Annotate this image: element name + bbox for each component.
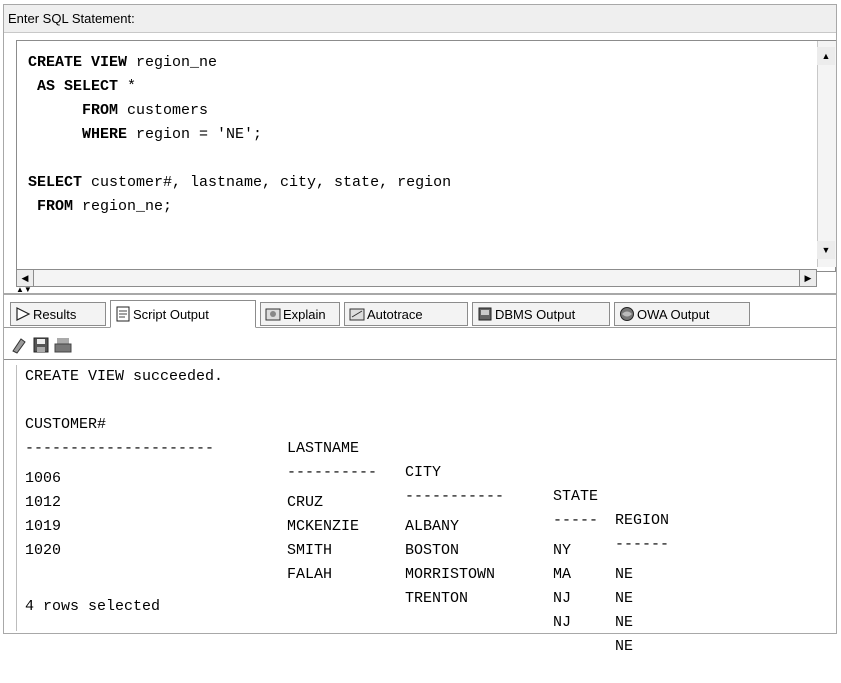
code-line: FROM region_ne; bbox=[28, 195, 808, 219]
tab-label: Script Output bbox=[133, 306, 209, 322]
cell-customer: 1020 bbox=[25, 542, 62, 559]
sql-text: region = 'NE'; bbox=[127, 126, 263, 143]
sql-text: customer#, lastname, city, state, region bbox=[82, 174, 452, 191]
autotrace-icon bbox=[349, 308, 365, 321]
cell-city: TRENTON bbox=[405, 590, 469, 607]
output-toolbar bbox=[4, 328, 836, 360]
code-line: FROM customers bbox=[28, 99, 808, 123]
sql-keyword: CREATE VIEW bbox=[28, 54, 128, 71]
output-tabbar: Results Script Output Explain Autotrace … bbox=[4, 298, 836, 328]
cell-state: NJ bbox=[553, 590, 572, 607]
eraser-icon[interactable] bbox=[10, 336, 28, 354]
tab-autotrace[interactable]: Autotrace bbox=[344, 302, 468, 326]
table-row: 1006 CRUZ ALBANY NY NE bbox=[25, 443, 825, 583]
tab-label: Explain bbox=[283, 306, 326, 322]
tab-label: DBMS Output bbox=[495, 306, 576, 322]
cell-state: NY bbox=[553, 542, 572, 559]
owa-icon bbox=[620, 307, 634, 321]
tab-dbms-output[interactable]: DBMS Output bbox=[472, 302, 610, 326]
scroll-down-icon[interactable]: ▼ bbox=[817, 241, 835, 259]
cell-region: NE bbox=[615, 614, 634, 631]
cell-city: BOSTON bbox=[405, 542, 460, 559]
tab-script-output[interactable]: Script Output bbox=[110, 300, 256, 328]
sql-text: region_ne bbox=[127, 54, 218, 71]
code-line: WHERE region = 'NE'; bbox=[28, 123, 808, 147]
rows-selected-footer: 4 rows selected bbox=[25, 598, 161, 615]
sql-prompt-label: Enter SQL Statement: bbox=[4, 5, 836, 33]
sql-text: region_ne; bbox=[73, 198, 173, 215]
tab-owa-output[interactable]: OWA Output bbox=[614, 302, 750, 326]
tab-label: OWA Output bbox=[637, 306, 710, 322]
code-line: SELECT customer#, lastname, city, state,… bbox=[28, 171, 808, 195]
cell-state: NJ bbox=[553, 614, 572, 631]
save-icon[interactable] bbox=[32, 336, 50, 354]
cell-lastname: SMITH bbox=[287, 542, 333, 559]
explain-icon bbox=[265, 308, 281, 321]
tab-label: Results bbox=[33, 306, 77, 322]
sql-code-area[interactable]: CREATE VIEW region_ne AS SELECT * FROM c… bbox=[28, 51, 808, 251]
sql-keyword: FROM bbox=[82, 102, 119, 119]
dbms-icon bbox=[478, 307, 492, 321]
sql-text: customers bbox=[118, 102, 209, 119]
sql-text: * bbox=[118, 78, 137, 95]
scroll-right-icon[interactable]: ▶ bbox=[799, 269, 817, 287]
tab-results[interactable]: Results bbox=[10, 302, 106, 326]
column-header-row: CUSTOMER# LASTNAME CITY STATE REGION bbox=[25, 389, 825, 529]
sql-keyword: FROM bbox=[37, 198, 74, 215]
print-icon[interactable] bbox=[54, 336, 72, 354]
scroll-up-icon[interactable]: ▲ bbox=[817, 47, 835, 65]
cell-region: NE bbox=[615, 590, 634, 607]
cell-region: NE bbox=[615, 638, 634, 655]
tab-explain[interactable]: Explain bbox=[260, 302, 340, 326]
sql-keyword: AS SELECT bbox=[37, 78, 119, 95]
sql-keyword: WHERE bbox=[82, 126, 128, 143]
table-row: 1019 SMITH MORRISTOWN NJ NE bbox=[25, 491, 825, 631]
code-line: CREATE VIEW region_ne bbox=[28, 51, 808, 75]
tab-label: Autotrace bbox=[367, 306, 423, 322]
play-icon bbox=[16, 307, 31, 321]
cell-lastname: FALAH bbox=[287, 566, 333, 583]
editor-horizontal-scrollbar[interactable] bbox=[16, 269, 817, 287]
table-row: 1012 MCKENZIE BOSTON MA NE bbox=[25, 467, 825, 607]
script-output-area: CREATE VIEW succeeded. CUSTOMER# LASTNAM… bbox=[16, 365, 836, 655]
cell-city: MORRISTOWN bbox=[405, 566, 496, 583]
editor-vertical-scrollbar[interactable] bbox=[817, 41, 836, 267]
cell-state: MA bbox=[553, 566, 572, 583]
script-icon bbox=[116, 306, 130, 322]
splitter[interactable] bbox=[4, 293, 836, 295]
sql-worksheet: Enter SQL Statement: CREATE VIEW region_… bbox=[3, 4, 837, 655]
code-line: AS SELECT * bbox=[28, 75, 808, 99]
separator-row: --------------------- ---------- -------… bbox=[25, 413, 825, 553]
cell-region: NE bbox=[615, 566, 634, 583]
status-message: CREATE VIEW succeeded. bbox=[25, 368, 224, 385]
table-row: 1020 FALAH TRENTON NJ NE bbox=[25, 515, 825, 655]
sql-keyword: SELECT bbox=[28, 174, 83, 191]
